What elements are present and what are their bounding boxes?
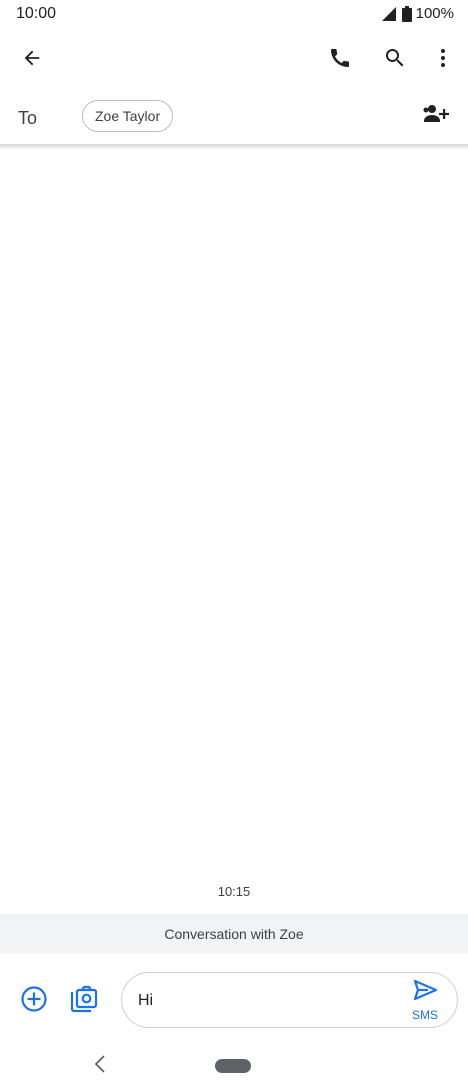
add-recipient-button[interactable] [416,96,456,136]
add-person-icon [422,103,450,130]
message-input[interactable] [138,989,378,1013]
back-button[interactable] [12,40,52,80]
phone-icon [328,46,352,75]
conversation-banner-text: Conversation with Zoe [164,926,304,942]
app-bar [0,38,468,82]
call-button[interactable] [320,40,360,80]
messaging-screen: 10:00 100% To Zoe Taylor 10:15 Conversat… [0,0,468,1092]
more-vert-icon [431,46,455,75]
conversation-banner: Conversation with Zoe [0,914,468,954]
camera-gallery-button[interactable] [64,981,104,1021]
camera-gallery-icon [69,984,99,1019]
back-arrow-icon [21,47,43,74]
recipient-chip-name: Zoe Taylor [95,108,161,124]
send-sms-button[interactable]: SMS [407,979,443,1023]
recipient-row: To Zoe Taylor [0,96,468,144]
message-timestamp: 10:15 [217,884,251,899]
signal-icon [381,6,398,21]
to-label: To [18,108,38,128]
attach-button[interactable] [14,981,54,1021]
search-button[interactable] [375,40,415,80]
search-icon [383,46,407,75]
battery-icon [401,5,412,22]
status-indicators: 100% [381,5,454,22]
recipient-chip[interactable]: Zoe Taylor [82,100,174,132]
more-options-button[interactable] [423,40,463,80]
send-label: SMS [411,1008,438,1022]
chevron-left-icon [92,1054,108,1079]
nav-home-button[interactable] [215,1059,251,1073]
battery-percent: 100% [415,5,454,22]
nav-back-button[interactable] [80,1046,120,1086]
message-compose-box: SMS [121,972,458,1028]
add-circle-icon [20,985,48,1018]
header-divider [0,144,468,150]
compose-row: SMS [0,966,468,1036]
status-bar: 10:00 100% [0,0,468,30]
status-time: 10:00 [16,5,57,22]
system-nav-bar [0,1044,468,1092]
send-icon [412,979,438,1006]
